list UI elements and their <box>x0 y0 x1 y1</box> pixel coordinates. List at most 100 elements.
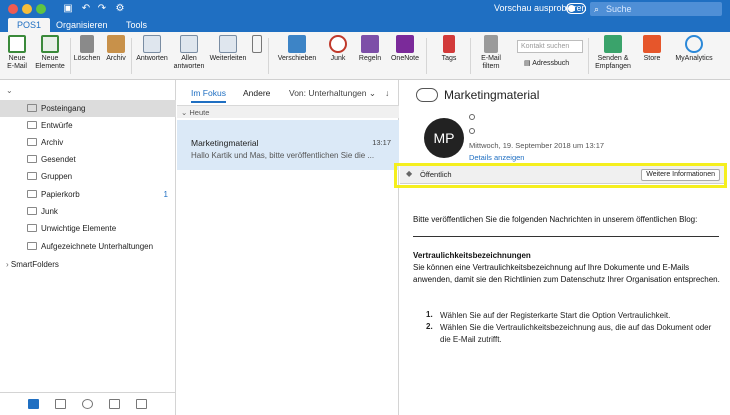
customize-icon[interactable]: ⚙ <box>114 3 126 15</box>
myanalytics-icon <box>685 35 703 53</box>
sidebar-item-junk[interactable]: Junk <box>0 203 176 220</box>
conversation-icon <box>416 88 438 102</box>
tab-im-fokus[interactable]: Im Fokus <box>191 88 226 103</box>
sidebar-item-posteingang[interactable]: Posteingang <box>0 100 176 117</box>
sidebar-item-papierkorb[interactable]: Papierkorb 1 <box>0 186 176 203</box>
trash-icon <box>80 35 94 53</box>
new-items-label: Neue Elemente <box>35 55 65 70</box>
archive-folder-icon <box>27 138 37 146</box>
forward-label: Weiterleiten <box>209 55 247 62</box>
mail-icon[interactable] <box>28 399 39 409</box>
folder-label: Gesendet <box>41 155 76 164</box>
filter-icon <box>484 35 498 53</box>
step-text: Wählen Sie auf der Registerkarte Start d… <box>440 311 671 320</box>
folder-pane: ⌄ Posteingang Entwürfe Archiv Gesendet G… <box>0 80 176 415</box>
folder-label: Papierkorb <box>41 190 80 199</box>
sidebar-item-gesendet[interactable]: Gesendet <box>0 151 176 168</box>
sidebar-item-archiv[interactable]: Archiv <box>0 134 176 151</box>
address-book-label: Adressbuch <box>532 60 570 67</box>
tags-label: Tags <box>441 55 457 62</box>
onenote-label: OneNote <box>390 55 420 62</box>
tab-organisieren[interactable]: Organisieren <box>50 18 114 32</box>
step-text: Wählen Sie die Vertraulichkeitsbezeichnu… <box>440 323 712 344</box>
sidebar-item-aufgezeichnete-unterhaltungen[interactable]: Aufgezeichnete Unterhaltungen <box>0 238 176 255</box>
sort-dropdown[interactable]: Von: Unterhaltungen ⌄ <box>289 88 376 99</box>
ribbon-separator <box>131 38 132 74</box>
sort-direction-icon[interactable]: ↓ <box>385 88 389 98</box>
message-subject: Marketingmaterial <box>444 88 540 102</box>
store-icon <box>643 35 661 53</box>
reply-all-button[interactable]: Allen antworten <box>172 35 206 71</box>
maximize-window-button[interactable] <box>36 4 46 14</box>
reply-button[interactable]: Antworten <box>133 35 171 63</box>
archive-button[interactable]: Archiv <box>104 35 128 63</box>
tags-button[interactable]: Tags <box>432 35 466 63</box>
people-icon[interactable] <box>82 399 93 409</box>
list-item[interactable]: Marketingmaterial 13:17 Hallo Kartik und… <box>177 120 399 170</box>
calendar-icon[interactable] <box>55 399 66 409</box>
sort-label: Von: Unterhaltungen <box>289 88 367 98</box>
ribbon-separator <box>470 38 471 74</box>
section-heading: Vertraulichkeitsbezeichnungen <box>413 251 531 260</box>
trash-folder-icon <box>27 190 37 198</box>
chevron-down-icon: ⌄ <box>368 88 377 98</box>
onenote-button[interactable]: OneNote <box>388 35 422 63</box>
ribbon-separator <box>426 38 427 74</box>
junk-button[interactable]: Junk <box>324 35 352 63</box>
sidebar-item-gruppen[interactable]: Gruppen <box>0 168 176 185</box>
minimize-window-button[interactable] <box>22 4 32 14</box>
tab-andere[interactable]: Andere <box>243 88 270 98</box>
contact-search-input[interactable]: Kontakt suchen <box>517 40 583 53</box>
store-button[interactable]: Store <box>638 35 666 63</box>
folder-label: Gruppen <box>41 172 73 181</box>
notes-icon[interactable] <box>136 399 147 409</box>
new-items-button[interactable]: Neue Elemente <box>32 35 68 71</box>
title-bar: ▣ ↶ ↷ ⚙ Vorschau ausprobieren ⌕ Suche <box>0 0 730 18</box>
tab-tools[interactable]: Tools <box>120 18 153 32</box>
search-icon: ⌕ <box>594 4 600 14</box>
recipient-status-icon <box>469 128 475 134</box>
save-icon[interactable]: ▣ <box>62 3 74 15</box>
tasks-icon[interactable] <box>109 399 120 409</box>
sidebar-item-smartfolders[interactable]: › SmartFolders <box>6 260 59 269</box>
address-book-button[interactable]: ▤ Adressbuch <box>524 59 569 67</box>
preview-toggle[interactable] <box>566 3 586 14</box>
rules-button[interactable]: Regeln <box>355 35 385 63</box>
myanalytics-button[interactable]: MyAnalytics <box>670 35 718 63</box>
attachment-button[interactable] <box>250 35 264 55</box>
reply-all-label: Allen antworten <box>173 55 205 70</box>
undo-icon[interactable]: ↶ <box>80 3 92 15</box>
message-time: 13:17 <box>372 138 391 147</box>
store-label: Store <box>643 55 661 62</box>
new-email-button[interactable]: Neue E-Mail <box>4 35 30 71</box>
step-number: 1. <box>426 310 433 319</box>
avatar[interactable]: MP <box>424 118 464 158</box>
reply-all-icon <box>180 35 198 53</box>
folder-label: Junk <box>41 207 58 216</box>
message-sender: Marketingmaterial <box>191 138 259 148</box>
reading-pane: Marketingmaterial MP Mittwoch, 19. Septe… <box>400 80 730 415</box>
tab-pos1[interactable]: POS1 <box>8 18 50 32</box>
redo-icon[interactable]: ↷ <box>96 3 108 15</box>
inbox-icon <box>27 104 37 112</box>
onenote-icon <box>396 35 414 53</box>
unread-count: 1 <box>163 190 168 199</box>
details-link[interactable]: Details anzeigen <box>469 153 524 162</box>
filter-button[interactable]: E-Mail filtern <box>474 35 508 71</box>
send-receive-button[interactable]: Senden & Empfangen <box>592 35 634 71</box>
forward-button[interactable]: Weiterleiten <box>207 35 249 63</box>
search-input[interactable]: ⌕ Suche <box>590 2 722 16</box>
junk-label: Junk <box>330 55 346 62</box>
ribbon-separator <box>268 38 269 74</box>
collapse-icon[interactable]: ⌄ <box>6 86 13 95</box>
move-button[interactable]: Verschieben <box>274 35 320 63</box>
sidebar-item-entwuerfe[interactable]: Entwürfe <box>0 117 176 134</box>
sidebar-item-unwichtige-elemente[interactable]: Unwichtige Elemente <box>0 220 176 237</box>
folder-icon <box>27 224 37 232</box>
message-preview: Hallo Kartik und Mas, bitte veröffentlic… <box>191 151 375 160</box>
junk-folder-icon <box>27 207 37 215</box>
close-window-button[interactable] <box>8 4 18 14</box>
message-date: Mittwoch, 19. September 2018 um 13:17 <box>469 141 605 150</box>
delete-button[interactable]: Löschen <box>72 35 102 63</box>
move-icon <box>288 35 306 53</box>
